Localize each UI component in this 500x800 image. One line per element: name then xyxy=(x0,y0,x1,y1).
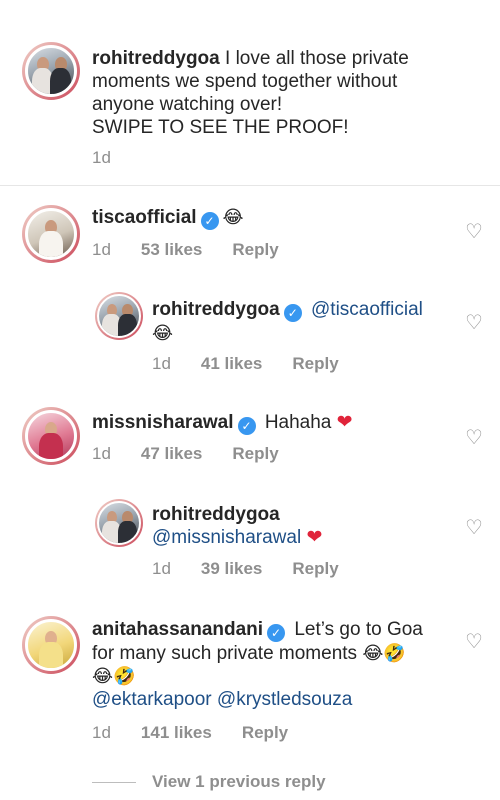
comment-mentions[interactable]: @ektarkapoor @krystledsouza xyxy=(92,689,352,710)
caption-line4: SWIPE TO SEE THE PROOF! xyxy=(92,117,349,138)
heart-outline-icon[interactable]: ♡ xyxy=(464,632,484,652)
comment-time: 1d xyxy=(92,444,111,463)
reply-text: rohitreddygoa ✓ @tiscaofficial 😂 xyxy=(152,298,452,345)
reply-time: 1d xyxy=(152,354,171,373)
comment-likes[interactable]: 47 likes xyxy=(141,444,202,464)
comment-avatar[interactable] xyxy=(22,616,80,674)
comment-likes[interactable]: 141 likes xyxy=(141,723,212,743)
comment-emoji: 😂 xyxy=(222,207,244,227)
comment-username[interactable]: anitahassanandani xyxy=(92,619,263,640)
reply-likes[interactable]: 39 likes xyxy=(201,559,262,579)
comment-meta: 1d 53 likes Reply xyxy=(92,240,279,260)
heart-outline-icon[interactable]: ♡ xyxy=(464,428,484,448)
comment-text: missnisharawal ✓ Hahaha ❤ xyxy=(92,411,353,435)
heart-outline-icon[interactable]: ♡ xyxy=(464,518,484,538)
comment-time: 1d xyxy=(92,240,111,259)
comment-username[interactable]: tiscaofficial xyxy=(92,207,197,228)
reply-emoji: 😂 xyxy=(152,323,174,343)
caption-line1: I love all those private xyxy=(225,48,409,69)
comment-meta: 1d 47 likes Reply xyxy=(92,444,279,464)
comment-text: tiscaofficial ✓ 😂 xyxy=(92,206,244,230)
reply-likes[interactable]: 41 likes xyxy=(201,354,262,374)
caption-line2: moments we spend together without xyxy=(92,71,398,92)
reply-avatar[interactable] xyxy=(95,499,143,547)
reply-username[interactable]: rohitreddygoa xyxy=(152,504,280,525)
reply-mention[interactable]: @tiscaofficial xyxy=(311,299,423,320)
caption-avatar[interactable] xyxy=(22,42,80,100)
reply-button[interactable]: Reply xyxy=(292,559,338,579)
caption-time: 1d xyxy=(92,148,111,167)
view-previous-line xyxy=(92,781,136,783)
heart-outline-icon[interactable]: ♡ xyxy=(464,313,484,333)
comment-emoji-line2: 😂🤣 xyxy=(362,643,406,663)
verified-badge-icon: ✓ xyxy=(283,304,302,322)
heart-outline-icon[interactable]: ♡ xyxy=(464,222,484,242)
reply-username[interactable]: rohitreddygoa xyxy=(152,299,280,320)
caption-text: rohitreddygoa I love all those private m… xyxy=(92,47,482,139)
comment-likes[interactable]: 53 likes xyxy=(141,240,202,260)
caption-line3: anyone watching over! xyxy=(92,94,283,115)
reply-button[interactable]: Reply xyxy=(242,723,288,743)
view-previous-replies[interactable]: View 1 previous reply xyxy=(92,772,326,792)
comment-body-line2: for many such private moments xyxy=(92,643,358,664)
comment-time: 1d xyxy=(92,723,111,742)
reply-text: rohitreddygoa @missnisharawal ❤ xyxy=(152,503,452,549)
verified-badge-icon: ✓ xyxy=(200,212,219,230)
caption-divider xyxy=(0,185,500,186)
comment-emoji-line3: 😂🤣 xyxy=(92,666,136,686)
caption-meta: 1d xyxy=(92,148,111,168)
verified-badge-icon: ✓ xyxy=(237,417,256,435)
reply-button[interactable]: Reply xyxy=(292,354,338,374)
reply-avatar[interactable] xyxy=(95,292,143,340)
caption-username[interactable]: rohitreddygoa xyxy=(92,48,220,69)
view-previous-label[interactable]: View 1 previous reply xyxy=(152,772,326,792)
comment-username[interactable]: missnisharawal xyxy=(92,412,234,433)
reply-meta: 1d 41 likes Reply xyxy=(152,354,339,374)
verified-badge-icon: ✓ xyxy=(267,624,286,642)
comment-body-line1: Let’s go to Goa xyxy=(294,619,423,640)
red-heart-icon: ❤ xyxy=(306,527,323,548)
reply-button[interactable]: Reply xyxy=(232,444,278,464)
reply-button[interactable]: Reply xyxy=(232,240,278,260)
comments-screen: rohitreddygoa I love all those private m… xyxy=(0,0,500,800)
comment-meta: 1d 141 likes Reply xyxy=(92,723,288,743)
comment-avatar[interactable] xyxy=(22,205,80,263)
comment-avatar[interactable] xyxy=(22,407,80,465)
comment-text: anitahassanandani ✓ Let’s go to Goa for m… xyxy=(92,618,472,711)
reply-time: 1d xyxy=(152,559,171,578)
reply-mention[interactable]: @missnisharawal xyxy=(152,527,301,548)
red-heart-icon: ❤ xyxy=(336,412,353,433)
reply-meta: 1d 39 likes Reply xyxy=(152,559,339,579)
comment-body: Hahaha xyxy=(264,412,332,433)
